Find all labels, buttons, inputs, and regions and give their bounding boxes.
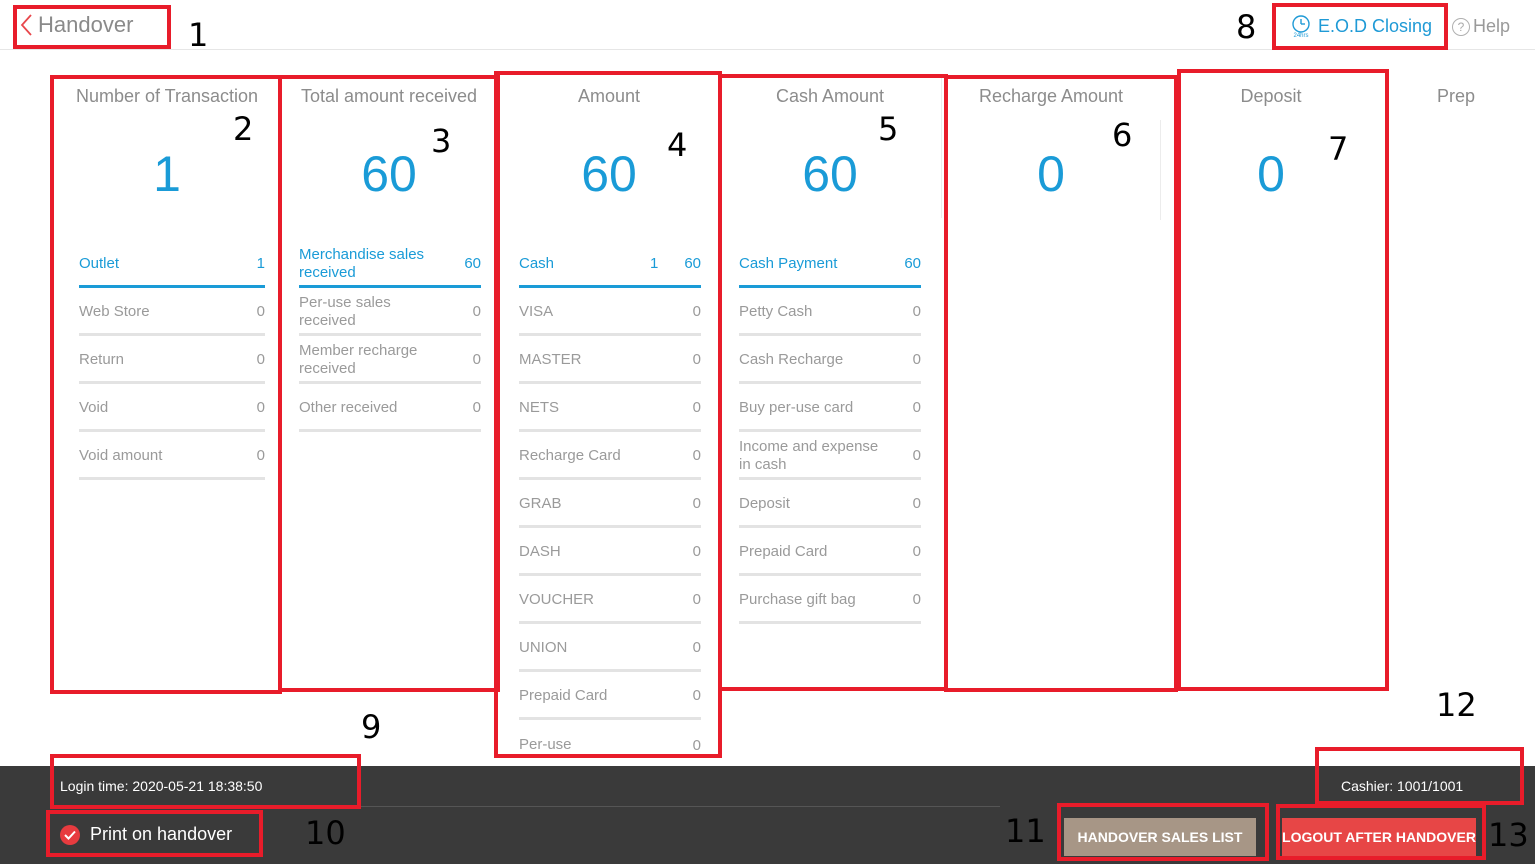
annotation-box [50, 754, 361, 809]
annotation-box [944, 75, 1178, 692]
annotation-number: 10 [305, 814, 346, 852]
annotation-box [13, 5, 171, 49]
annotation-box [1272, 3, 1448, 50]
annotation-box [278, 75, 500, 692]
annotation-number: 5 [878, 110, 899, 148]
annotation-box [46, 810, 263, 857]
annotation-box [494, 71, 722, 758]
annotation-box [50, 75, 282, 694]
annotation-number: 8 [1236, 8, 1257, 46]
annotation-number: 1 [188, 16, 209, 54]
column-title: Prep [1436, 86, 1476, 106]
annotation-box [1177, 69, 1389, 691]
annotation-box [1276, 804, 1486, 860]
annotation-number: 13 [1488, 816, 1529, 854]
annotation-box [718, 74, 948, 691]
annotation-number: 2 [233, 110, 254, 148]
annotation-number: 9 [361, 708, 382, 746]
annotation-number: 12 [1436, 686, 1477, 724]
help-button[interactable]: ? Help [1452, 16, 1510, 37]
annotation-box [1315, 747, 1524, 805]
column-prepaid: Prep [1381, 78, 1531, 688]
help-icon: ? [1452, 17, 1470, 36]
annotation-number: 11 [1005, 812, 1046, 850]
annotation-number: 7 [1328, 130, 1349, 168]
help-label: Help [1473, 16, 1511, 36]
annotation-box [1057, 803, 1269, 861]
annotation-number: 6 [1112, 116, 1133, 154]
annotation-number: 3 [431, 122, 452, 160]
annotation-number: 4 [667, 126, 688, 164]
